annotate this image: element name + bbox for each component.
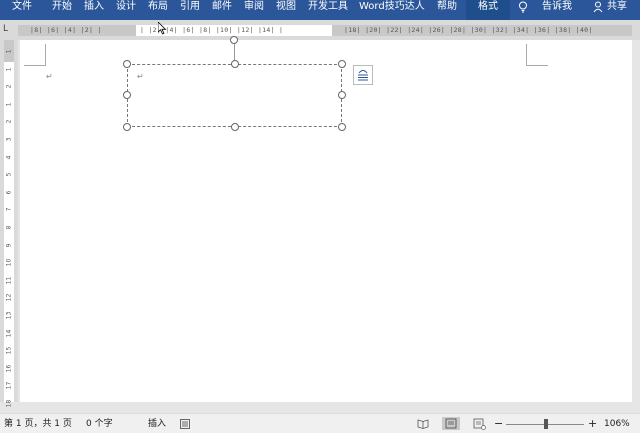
status-bar: 第 1 页，共 1 页 0 个字 插入 − + 106% — [0, 413, 640, 433]
person-icon — [593, 1, 603, 13]
ruler-ticks-left: |8| |6| |4| |2| | — [30, 26, 102, 34]
insert-mode[interactable]: 插入 — [148, 414, 166, 433]
tab-review[interactable]: 审阅 — [244, 0, 264, 20]
read-mode-icon[interactable] — [416, 417, 430, 430]
vruler-tick-label: 1 — [5, 102, 13, 107]
tab-layout[interactable]: 布局 — [148, 0, 168, 20]
vruler-tick-label: 14 — [5, 329, 13, 337]
tab-view[interactable]: 视图 — [276, 0, 296, 20]
layout-options-icon — [358, 70, 368, 81]
vruler-tick-label: 2 — [5, 119, 13, 124]
vruler-tick-label: 15 — [5, 346, 13, 355]
print-layout-icon[interactable] — [442, 417, 460, 430]
zoom-out-button[interactable]: − — [494, 414, 503, 433]
textbox-paragraph-mark: ↵ — [137, 72, 144, 81]
page-info[interactable]: 第 1 页，共 1 页 — [4, 414, 72, 433]
vruler-tick-label: 9 — [5, 243, 13, 248]
vruler-tick-label: 18 — [5, 399, 13, 408]
resize-handle-bottom[interactable] — [231, 123, 239, 131]
vruler-tick-label: 1 — [5, 67, 13, 72]
zoom-slider-thumb[interactable] — [544, 419, 548, 429]
text-box[interactable]: ↵ — [127, 64, 342, 127]
resize-handle-top-right[interactable] — [338, 60, 346, 68]
tab-insert[interactable]: 插入 — [84, 0, 104, 20]
vruler-tick-label: 6 — [5, 190, 13, 195]
vruler-tick-label: 17 — [5, 382, 13, 390]
resize-handle-top-left[interactable] — [123, 60, 131, 68]
mouse-cursor-icon — [158, 22, 167, 35]
lightbulb-icon — [519, 1, 527, 13]
tell-me-box[interactable]: 告诉我 — [518, 0, 572, 20]
resize-handle-top[interactable] — [231, 60, 239, 68]
resize-handle-left[interactable] — [123, 91, 131, 99]
paragraph-mark: ↵ — [46, 72, 53, 81]
ribbon-tab-bar: 文件 开始 插入 设计 布局 引用 邮件 审阅 视图 开发工具 Word技巧达人… — [0, 0, 640, 20]
word-count[interactable]: 0 个字 — [86, 414, 113, 433]
vruler-tick-label: 8 — [5, 225, 13, 230]
vruler-tick-label: 3 — [5, 137, 13, 142]
vruler-tick-label: 10 — [5, 258, 13, 267]
layout-options-button[interactable] — [353, 65, 373, 85]
resize-handle-bottom-left[interactable] — [123, 123, 131, 131]
vruler-tick-label: 16 — [5, 364, 13, 373]
resize-handle-right[interactable] — [338, 91, 346, 99]
share-label: 共享 — [607, 1, 627, 12]
tab-design[interactable]: 设计 — [116, 0, 136, 20]
tab-file[interactable]: 文件 — [12, 0, 32, 20]
top-right-margin-corner — [526, 44, 548, 66]
vruler-tick-label: 4 — [5, 155, 13, 160]
vruler-tick-label: 1 — [5, 49, 13, 54]
tab-format[interactable]: 格式 — [466, 0, 510, 20]
web-layout-icon[interactable] — [472, 417, 486, 430]
horizontal-ruler[interactable]: L |8| |6| |4| |2| | | |2| |4| |6| |8| |1… — [0, 20, 640, 59]
resize-handle-bottom-right[interactable] — [338, 123, 346, 131]
word-window: 文件 开始 插入 设计 布局 引用 邮件 审阅 视图 开发工具 Word技巧达人… — [0, 0, 640, 433]
vruler-tick-label: 5 — [5, 172, 13, 177]
share-button[interactable]: 共享 — [593, 0, 627, 20]
vertical-ruler[interactable]: 1 1 2 1 2 3 4 5 6 7 8 9 10 11 12 13 14 15 16 17 18 — [0, 40, 18, 407]
vruler-tick-label: 13 — [5, 311, 13, 320]
vruler-tick-label: 12 — [5, 294, 13, 302]
zoom-level[interactable]: 106% — [604, 414, 630, 433]
zoom-in-button[interactable]: + — [588, 414, 597, 433]
vruler-tick-label: 7 — [5, 207, 13, 212]
tell-me-label: 告诉我 — [542, 1, 572, 12]
vruler-tick-label: 11 — [5, 276, 13, 285]
tab-references[interactable]: 引用 — [180, 0, 200, 20]
tab-developer[interactable]: 开发工具 — [308, 0, 348, 20]
tab-word-tips[interactable]: Word技巧达人 — [359, 0, 425, 20]
tab-help[interactable]: 帮助 — [437, 0, 457, 20]
tab-selector[interactable]: L — [3, 24, 13, 34]
macro-record-icon[interactable] — [180, 419, 190, 429]
vruler-tick-label: 2 — [5, 84, 13, 89]
tab-mailings[interactable]: 邮件 — [212, 0, 232, 20]
rotate-handle[interactable] — [230, 36, 238, 44]
ruler-ticks-right: |18| |20| |22| |24| |26| |28| |30| |32| … — [344, 26, 593, 34]
tab-home[interactable]: 开始 — [52, 0, 72, 20]
top-left-margin-corner — [24, 44, 46, 66]
